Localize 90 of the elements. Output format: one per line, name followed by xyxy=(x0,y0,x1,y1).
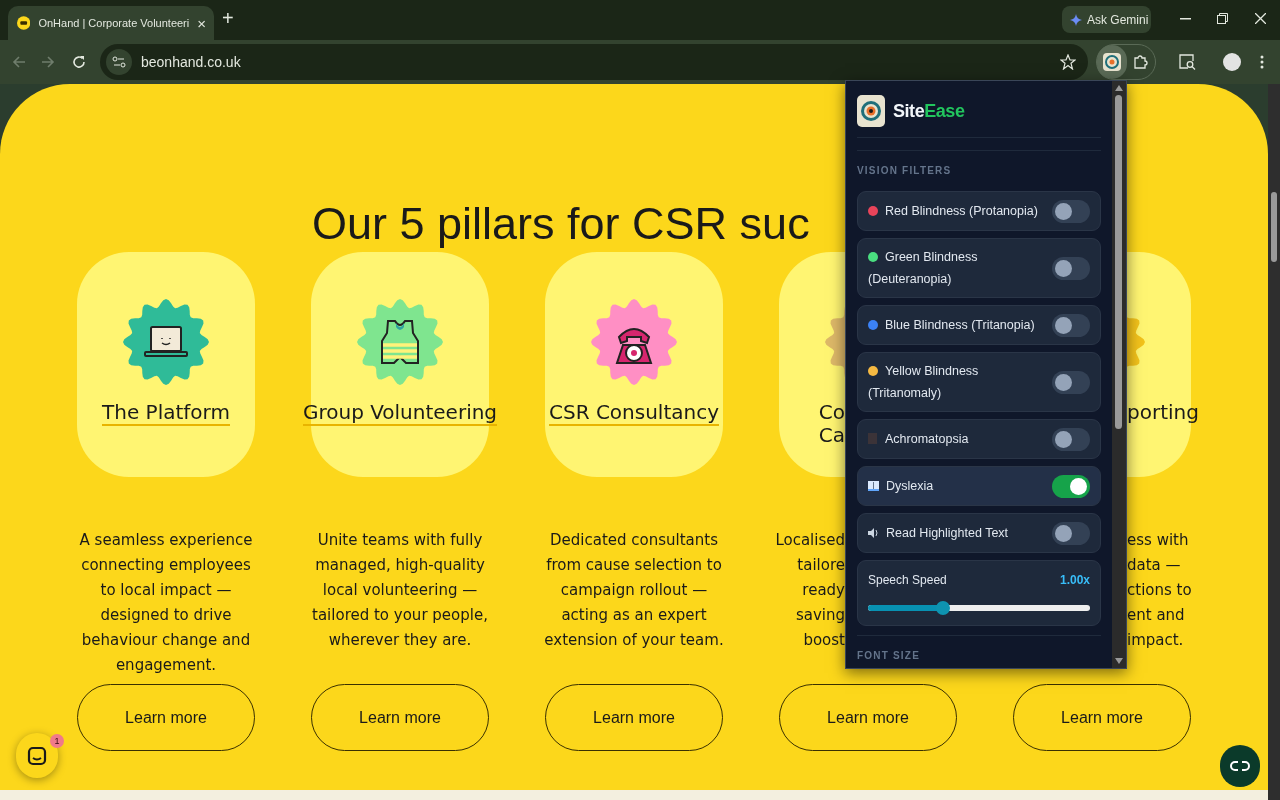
card-description-line: tailore xyxy=(797,555,845,576)
card-description-line: from cause selection to xyxy=(546,555,722,576)
card-description-line: tailored to your people, xyxy=(312,605,488,626)
option-label: Yellow Blindness (Tritanomaly) xyxy=(868,364,979,400)
menu-icon[interactable] xyxy=(1260,55,1264,69)
section-label: FONT SIZE xyxy=(857,649,922,663)
siteease-logo-icon xyxy=(857,95,885,127)
restore-icon[interactable] xyxy=(1217,13,1228,24)
forward-icon[interactable] xyxy=(41,55,55,69)
toggle-switch[interactable] xyxy=(1052,521,1090,545)
card-description-line: ctions to xyxy=(1127,580,1192,601)
card-title: porting xyxy=(1127,401,1199,424)
section-label: VISION FILTERS xyxy=(857,164,953,178)
popup-scrollbar[interactable] xyxy=(1112,81,1126,668)
option-label: Achromatopsia xyxy=(885,432,969,446)
card-description-line: ess with xyxy=(1127,530,1189,551)
card-description-line: connecting employees xyxy=(81,555,251,576)
option-label: Blue Blindness (Tritanopia) xyxy=(885,318,1035,332)
card-description-line: Localised xyxy=(775,530,845,551)
card-description-line: ready xyxy=(802,580,845,601)
toggle-switch[interactable] xyxy=(1052,313,1090,337)
filter-option[interactable]: Dyslexia xyxy=(857,466,1101,506)
card-description-line: behaviour change and xyxy=(81,630,251,651)
card-description-line: local volunteering — xyxy=(322,580,478,601)
sparkle-icon xyxy=(1070,13,1082,26)
option-label: Red Blindness (Protanopia) xyxy=(885,204,1038,218)
card-description-line: ent and xyxy=(1127,605,1185,626)
slider-label: Speech Speed xyxy=(868,572,947,589)
slider-value: 1.00x xyxy=(1059,572,1090,589)
card-description-line: Dedicated consultants xyxy=(550,530,718,551)
star-icon[interactable] xyxy=(1060,54,1076,70)
browser-tab[interactable]: OnHand | Corporate Volunteeri × xyxy=(8,6,214,40)
card-description-line: extension of your team. xyxy=(544,630,724,651)
filter-option[interactable]: Red Blindness (Protanopia) xyxy=(857,191,1101,231)
option-label: Green Blindness (Deuteranopia) xyxy=(868,250,978,286)
toggle-switch[interactable] xyxy=(1052,370,1090,394)
tab-search-icon[interactable] xyxy=(1179,54,1196,70)
minimize-icon[interactable] xyxy=(1180,18,1191,20)
close-icon[interactable] xyxy=(1255,13,1266,24)
filter-option[interactable]: Achromatopsia xyxy=(857,419,1101,459)
puzzle-icon[interactable] xyxy=(1133,54,1149,70)
scroll-down-icon[interactable] xyxy=(1115,658,1123,664)
card-description-line: data — xyxy=(1127,555,1181,576)
address-bar[interactable]: beonhand.co.uk xyxy=(100,44,1088,80)
card-description-line: boost xyxy=(803,630,845,651)
card-description-line: acting as an expert xyxy=(561,605,707,626)
site-settings-icon[interactable] xyxy=(106,49,132,75)
card-title: Co xyxy=(818,401,845,424)
speed-slider[interactable] xyxy=(868,601,1090,615)
link-icon xyxy=(1229,760,1251,772)
siteease-extension-icon[interactable] xyxy=(1097,45,1127,79)
filter-option[interactable]: Green Blindness (Deuteranopia) xyxy=(857,238,1101,298)
card-description-line: designed to drive xyxy=(100,605,232,626)
toggle-switch[interactable] xyxy=(1052,199,1090,223)
card-description-line: wherever they are. xyxy=(328,630,472,651)
filter-option[interactable]: Read Highlighted Text xyxy=(857,513,1101,553)
card-title: Group Volunteering xyxy=(302,401,498,426)
card-title: Ca xyxy=(818,424,845,447)
option-label: Read Highlighted Text xyxy=(886,526,1009,540)
tab-title: OnHand | Corporate Volunteeri xyxy=(38,15,190,31)
card-description-line: campaign rollout — xyxy=(560,580,708,601)
close-tab-button[interactable]: × xyxy=(197,15,206,31)
reload-icon[interactable] xyxy=(72,55,86,69)
option-label: Dyslexia xyxy=(886,479,934,493)
toggle-switch[interactable] xyxy=(1052,427,1090,451)
section-heading: Our 5 pillars for CSR suc xyxy=(312,201,810,246)
card-description-line: Unite teams with fully xyxy=(317,530,483,551)
filter-option[interactable]: Blue Blindness (Tritanopia) xyxy=(857,305,1101,345)
back-icon[interactable] xyxy=(12,55,26,69)
card-description-line: to local impact — xyxy=(100,580,232,601)
toggle-switch[interactable] xyxy=(1052,256,1090,280)
card-description-line: A seamless experience xyxy=(79,530,253,551)
card-description-line: impact. xyxy=(1127,630,1184,651)
chat-icon xyxy=(27,745,47,766)
card-title: The Platform xyxy=(102,401,230,426)
page-scrollbar[interactable] xyxy=(1268,84,1280,800)
square-icon xyxy=(868,433,877,444)
book-icon xyxy=(868,481,879,491)
new-tab-button[interactable]: + xyxy=(222,8,234,28)
site-logo-icon xyxy=(17,15,31,31)
speaker-icon xyxy=(868,528,879,538)
card-description-line: saving xyxy=(795,605,845,626)
ask-gemini-button[interactable]: Ask Gemini xyxy=(1062,6,1151,33)
toggle-switch[interactable] xyxy=(1052,474,1090,498)
profile-avatar[interactable] xyxy=(1223,53,1241,71)
app-title: SiteEase xyxy=(893,99,965,123)
card-title: CSR Consultancy xyxy=(548,401,720,426)
card-description-line: managed, high-quality xyxy=(315,555,485,576)
card-description-line: engagement. xyxy=(115,655,217,676)
filter-option[interactable]: Yellow Blindness (Tritanomaly) xyxy=(857,352,1101,412)
